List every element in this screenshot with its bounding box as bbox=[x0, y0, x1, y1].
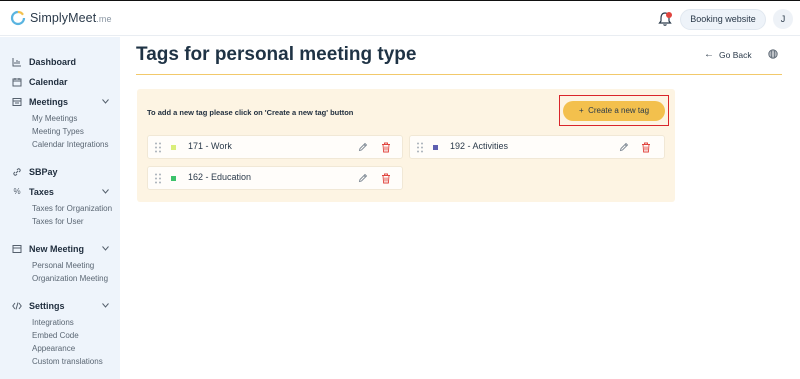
tag-label: 171 - Work bbox=[188, 141, 232, 151]
logo-text: SimplyMeet.me bbox=[30, 11, 112, 25]
new-meeting-icon bbox=[12, 245, 22, 253]
sidebar-item-label: SBPay bbox=[29, 167, 58, 177]
tag-label: 192 - Activities bbox=[450, 141, 509, 151]
globe-icon[interactable] bbox=[768, 49, 778, 59]
sidebar-item-taxes-user[interactable]: Taxes for User bbox=[32, 217, 84, 226]
go-back-label: Go Back bbox=[719, 49, 752, 60]
edit-icon[interactable] bbox=[358, 142, 368, 152]
sidebar-item-integrations[interactable]: Integrations bbox=[32, 318, 74, 327]
delete-icon[interactable] bbox=[381, 142, 391, 153]
avatar[interactable]: J bbox=[773, 9, 793, 29]
logo-icon bbox=[10, 10, 26, 26]
chevron-down-icon[interactable] bbox=[102, 303, 109, 308]
panel-hint: To add a new tag please click on 'Create… bbox=[147, 108, 354, 117]
sidebar-item-embed-code[interactable]: Embed Code bbox=[32, 331, 79, 340]
chevron-down-icon[interactable] bbox=[102, 189, 109, 194]
sidebar-item-personal-meeting[interactable]: Personal Meeting bbox=[32, 261, 94, 270]
drag-handle-icon[interactable] bbox=[154, 173, 162, 184]
tag-card: 162 - Education bbox=[147, 166, 403, 190]
chevron-down-icon[interactable] bbox=[102, 99, 109, 104]
arrow-left-icon: ← bbox=[704, 49, 714, 60]
tag-color-swatch bbox=[171, 176, 176, 181]
sidebar-item-my-meetings[interactable]: My Meetings bbox=[32, 114, 77, 123]
sidebar-item-organization-meeting[interactable]: Organization Meeting bbox=[32, 274, 108, 283]
sidebar-item-calendar-integrations[interactable]: Calendar Integrations bbox=[32, 140, 109, 149]
page-title: Tags for personal meeting type bbox=[136, 44, 417, 65]
sidebar-item-label: Taxes bbox=[29, 187, 54, 197]
create-tag-label: Create a new tag bbox=[588, 106, 650, 115]
go-back-button[interactable]: ← Go Back bbox=[704, 49, 752, 60]
sidebar-item-label: Meetings bbox=[29, 97, 69, 107]
tag-card: 171 - Work bbox=[147, 135, 403, 159]
sidebar: Dashboard Calendar Meetings My Meetings … bbox=[0, 37, 120, 379]
create-tag-button[interactable]: + Create a new tag bbox=[563, 101, 665, 121]
notification-badge bbox=[666, 12, 672, 18]
chart-icon bbox=[12, 58, 21, 67]
drag-handle-icon[interactable] bbox=[416, 142, 424, 153]
chevron-down-icon[interactable] bbox=[102, 246, 109, 251]
sidebar-item-settings[interactable]: Settings bbox=[12, 301, 65, 311]
percent-icon: % bbox=[13, 187, 21, 196]
sidebar-item-taxes[interactable]: % Taxes bbox=[12, 187, 54, 197]
meetings-icon bbox=[12, 98, 22, 106]
title-divider bbox=[136, 74, 782, 75]
delete-icon[interactable] bbox=[641, 142, 651, 153]
tag-color-swatch bbox=[433, 145, 438, 150]
sidebar-item-sbpay[interactable]: SBPay bbox=[12, 167, 58, 177]
link-icon bbox=[13, 168, 21, 176]
sidebar-item-meetings[interactable]: Meetings bbox=[12, 97, 68, 107]
logo[interactable]: SimplyMeet.me bbox=[10, 10, 112, 26]
top-bar: SimplyMeet.me Booking website J bbox=[0, 0, 800, 36]
sidebar-item-new-meeting[interactable]: New Meeting bbox=[12, 244, 84, 254]
sidebar-item-taxes-organization[interactable]: Taxes for Organization bbox=[32, 204, 112, 213]
tag-card: 192 - Activities bbox=[409, 135, 665, 159]
drag-handle-icon[interactable] bbox=[154, 142, 162, 153]
sidebar-item-label: Settings bbox=[29, 301, 65, 311]
sidebar-item-calendar[interactable]: Calendar bbox=[12, 77, 68, 87]
tag-color-swatch bbox=[171, 145, 176, 150]
sidebar-item-label: Calendar bbox=[29, 77, 68, 87]
code-icon bbox=[12, 302, 22, 310]
edit-icon[interactable] bbox=[358, 173, 368, 183]
tags-panel: To add a new tag please click on 'Create… bbox=[137, 89, 675, 202]
sidebar-item-label: New Meeting bbox=[29, 244, 85, 254]
plus-icon: + bbox=[578, 106, 584, 115]
sidebar-item-appearance[interactable]: Appearance bbox=[32, 344, 75, 353]
booking-website-button[interactable]: Booking website bbox=[680, 9, 766, 30]
tag-label: 162 - Education bbox=[188, 172, 252, 182]
edit-icon[interactable] bbox=[619, 142, 629, 152]
sidebar-item-label: Dashboard bbox=[29, 57, 77, 67]
sidebar-item-meeting-types[interactable]: Meeting Types bbox=[32, 127, 84, 136]
calendar-icon bbox=[12, 78, 22, 87]
sidebar-item-custom-translations[interactable]: Custom translations bbox=[32, 357, 103, 366]
sidebar-item-dashboard[interactable]: Dashboard bbox=[12, 57, 76, 67]
delete-icon[interactable] bbox=[381, 173, 391, 184]
